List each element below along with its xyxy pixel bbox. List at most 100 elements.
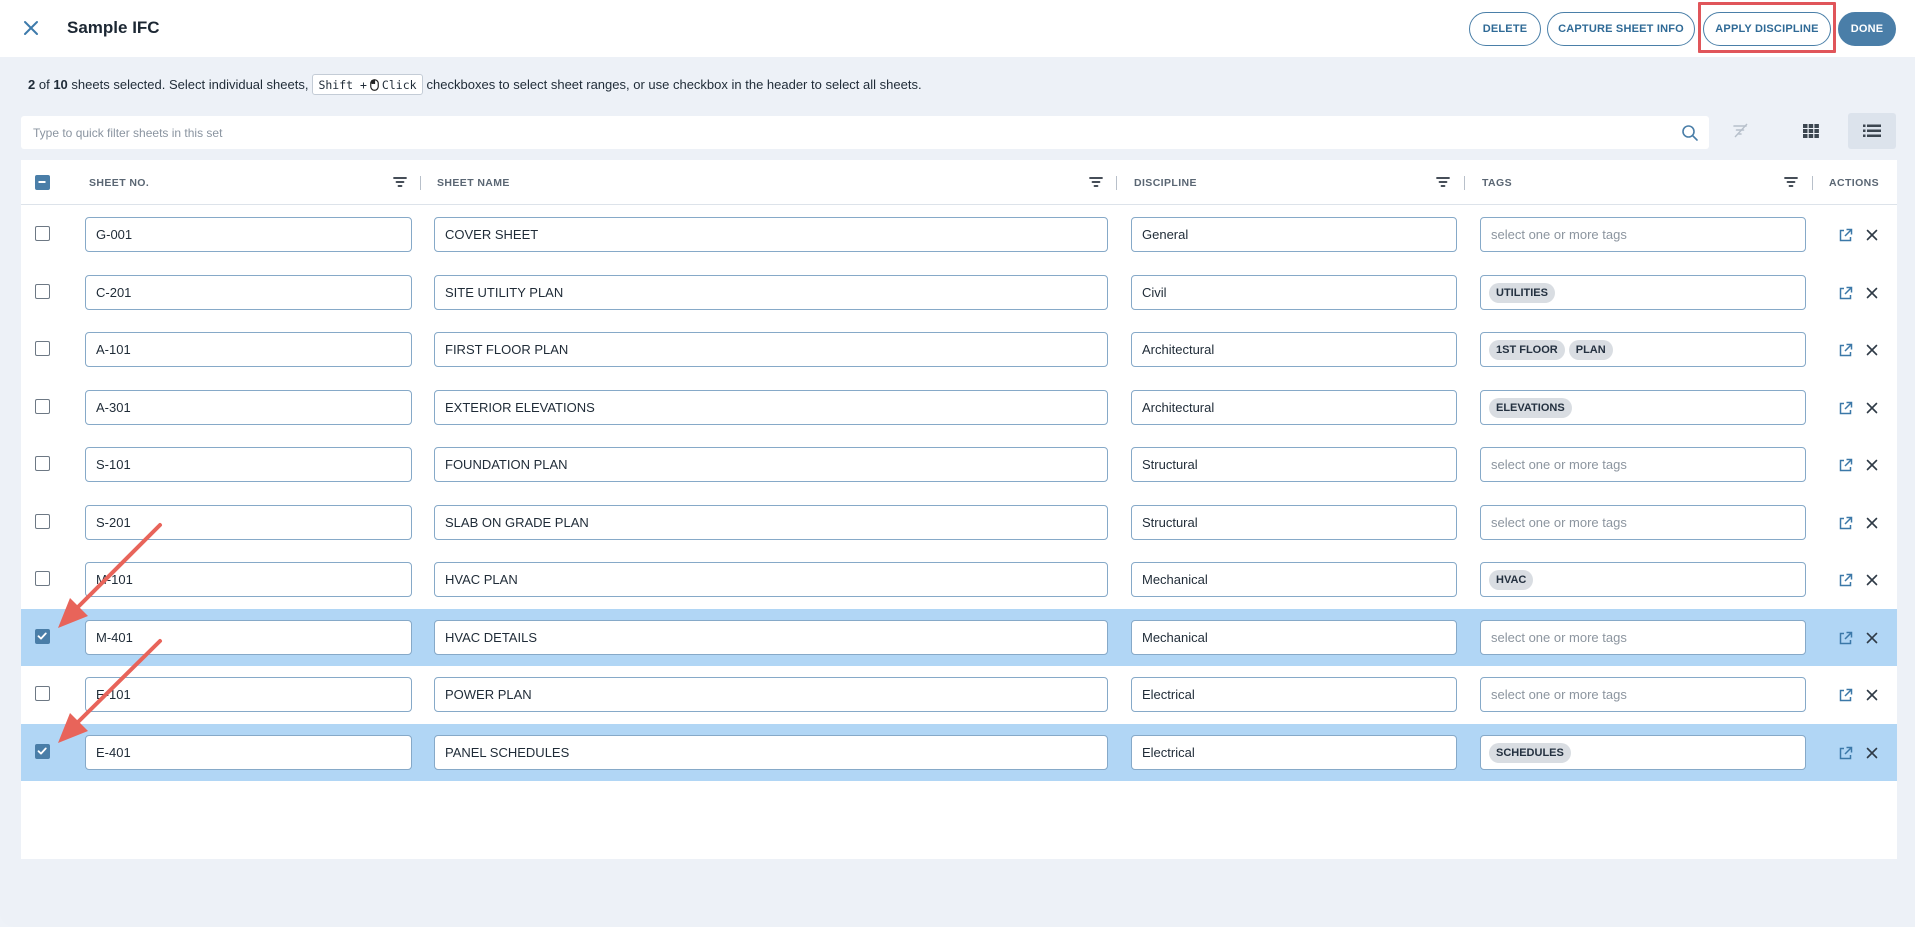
filter-icon[interactable] xyxy=(1087,173,1105,191)
remove-icon[interactable] xyxy=(1863,399,1881,417)
row-checkbox[interactable] xyxy=(35,284,50,299)
discipline-field[interactable]: Structural xyxy=(1131,505,1457,540)
table-row[interactable]: C-201 SITE UTILITY PLAN Civil UTILITIES xyxy=(21,264,1897,321)
table-row[interactable]: G-001 COVER SHEET General select one or mor… xyxy=(21,206,1897,263)
tags-field[interactable]: select one or more tags xyxy=(1480,505,1806,540)
column-header-sheet-name[interactable]: SHEET NAME xyxy=(437,160,510,205)
sheet-no-field[interactable]: M-101 xyxy=(85,562,412,597)
row-checkbox[interactable] xyxy=(35,571,50,586)
remove-icon[interactable] xyxy=(1863,629,1881,647)
row-checkbox[interactable] xyxy=(35,456,50,471)
table-row[interactable]: M-401 HVAC DETAILS Mechanical select one or… xyxy=(21,609,1897,666)
tags-field[interactable]: select one or more tags xyxy=(1480,677,1806,712)
discipline-field[interactable]: Civil xyxy=(1131,275,1457,310)
open-external-icon[interactable] xyxy=(1836,571,1854,589)
discipline-field[interactable]: Electrical xyxy=(1131,735,1457,770)
tags-field[interactable]: SCHEDULES xyxy=(1480,735,1806,770)
done-button[interactable]: DONE xyxy=(1838,12,1896,46)
row-checkbox[interactable] xyxy=(35,686,50,701)
column-header-sheet-no[interactable]: SHEET NO. xyxy=(89,160,149,205)
sheet-name-field[interactable]: FOUNDATION PLAN xyxy=(434,447,1108,482)
open-external-icon[interactable] xyxy=(1836,629,1854,647)
list-view-icon[interactable] xyxy=(1848,113,1896,149)
column-header-tags[interactable]: TAGS xyxy=(1482,160,1512,205)
table-row[interactable]: M-101 HVAC PLAN Mechanical HVAC xyxy=(21,551,1897,608)
capture-sheet-info-button[interactable]: CAPTURE SHEET INFO xyxy=(1547,12,1695,46)
search-icon[interactable] xyxy=(1681,124,1699,142)
tag-chip[interactable]: PLAN xyxy=(1568,339,1613,360)
open-external-icon[interactable] xyxy=(1836,284,1854,302)
remove-icon[interactable] xyxy=(1863,226,1881,244)
row-checkbox[interactable] xyxy=(35,744,50,759)
remove-icon[interactable] xyxy=(1863,744,1881,762)
discipline-field[interactable]: General xyxy=(1131,217,1457,252)
open-external-icon[interactable] xyxy=(1836,399,1854,417)
row-checkbox[interactable] xyxy=(35,226,50,241)
sheet-no-field[interactable]: A-301 xyxy=(85,390,412,425)
sheet-no-field[interactable]: E-401 xyxy=(85,735,412,770)
sheet-name-field[interactable]: EXTERIOR ELEVATIONS xyxy=(434,390,1108,425)
row-checkbox[interactable] xyxy=(35,399,50,414)
sheet-name-field[interactable]: SITE UTILITY PLAN xyxy=(434,275,1108,310)
discipline-field[interactable]: Mechanical xyxy=(1131,620,1457,655)
remove-icon[interactable] xyxy=(1863,686,1881,704)
table-row[interactable]: S-101 FOUNDATION PLAN Structural select one… xyxy=(21,436,1897,493)
filter-icon[interactable] xyxy=(1782,173,1800,191)
filter-icon[interactable] xyxy=(391,173,409,191)
remove-icon[interactable] xyxy=(1863,456,1881,474)
tags-field[interactable]: select one or more tags xyxy=(1480,217,1806,252)
tag-chip[interactable]: 1ST FLOOR xyxy=(1489,339,1565,360)
filter-icon[interactable] xyxy=(1434,173,1452,191)
clear-filter-icon[interactable] xyxy=(1721,113,1761,149)
sheet-no-field[interactable]: A-101 xyxy=(85,332,412,367)
sheet-no-field[interactable]: M-401 xyxy=(85,620,412,655)
table-row[interactable]: E-401 PANEL SCHEDULES Electrical SCHEDULES xyxy=(21,724,1897,781)
select-all-checkbox[interactable] xyxy=(35,175,50,190)
discipline-field[interactable]: Mechanical xyxy=(1131,562,1457,597)
discipline-field[interactable]: Structural xyxy=(1131,447,1457,482)
open-external-icon[interactable] xyxy=(1836,686,1854,704)
open-external-icon[interactable] xyxy=(1836,744,1854,762)
tag-chip[interactable]: ELEVATIONS xyxy=(1489,397,1572,418)
tag-chip[interactable]: UTILITIES xyxy=(1489,282,1555,303)
row-checkbox[interactable] xyxy=(35,514,50,529)
sheet-no-field[interactable]: S-101 xyxy=(85,447,412,482)
discipline-field[interactable]: Architectural xyxy=(1131,332,1457,367)
sheet-no-field[interactable]: C-201 xyxy=(85,275,412,310)
table-row[interactable]: E-101 POWER PLAN Electrical select one or m… xyxy=(21,666,1897,723)
sheet-name-field[interactable]: HVAC DETAILS xyxy=(434,620,1108,655)
grid-view-icon[interactable] xyxy=(1791,113,1831,149)
sheet-name-field[interactable]: HVAC PLAN xyxy=(434,562,1108,597)
close-icon[interactable] xyxy=(20,17,42,39)
open-external-icon[interactable] xyxy=(1836,514,1854,532)
remove-icon[interactable] xyxy=(1863,514,1881,532)
remove-icon[interactable] xyxy=(1863,341,1881,359)
discipline-field[interactable]: Electrical xyxy=(1131,677,1457,712)
sheet-no-field[interactable]: G-001 xyxy=(85,217,412,252)
open-external-icon[interactable] xyxy=(1836,341,1854,359)
tags-field[interactable]: ELEVATIONS xyxy=(1480,390,1806,425)
column-header-discipline[interactable]: DISCIPLINE xyxy=(1134,160,1197,205)
table-row[interactable]: S-201 SLAB ON GRADE PLAN Structural select … xyxy=(21,494,1897,551)
sheet-name-field[interactable]: PANEL SCHEDULES xyxy=(434,735,1108,770)
table-row[interactable]: A-101 FIRST FLOOR PLAN Architectural 1ST FL… xyxy=(21,321,1897,378)
tags-field[interactable]: select one or more tags xyxy=(1480,447,1806,482)
open-external-icon[interactable] xyxy=(1836,456,1854,474)
sheet-name-field[interactable]: POWER PLAN xyxy=(434,677,1108,712)
tags-field[interactable]: HVAC xyxy=(1480,562,1806,597)
tags-field[interactable]: 1ST FLOOR PLAN xyxy=(1480,332,1806,367)
sheet-no-field[interactable]: E-101 xyxy=(85,677,412,712)
row-checkbox[interactable] xyxy=(35,341,50,356)
tags-field[interactable]: select one or more tags xyxy=(1480,620,1806,655)
tag-chip[interactable]: HVAC xyxy=(1489,569,1534,590)
sheet-name-field[interactable]: FIRST FLOOR PLAN xyxy=(434,332,1108,367)
remove-icon[interactable] xyxy=(1863,571,1881,589)
row-checkbox[interactable] xyxy=(35,629,50,644)
tag-chip[interactable]: SCHEDULES xyxy=(1489,742,1571,763)
quick-filter-input[interactable] xyxy=(21,116,1671,149)
remove-icon[interactable] xyxy=(1863,284,1881,302)
delete-button[interactable]: DELETE xyxy=(1469,12,1541,46)
sheet-name-field[interactable]: COVER SHEET xyxy=(434,217,1108,252)
tags-field[interactable]: UTILITIES xyxy=(1480,275,1806,310)
sheet-no-field[interactable]: S-201 xyxy=(85,505,412,540)
